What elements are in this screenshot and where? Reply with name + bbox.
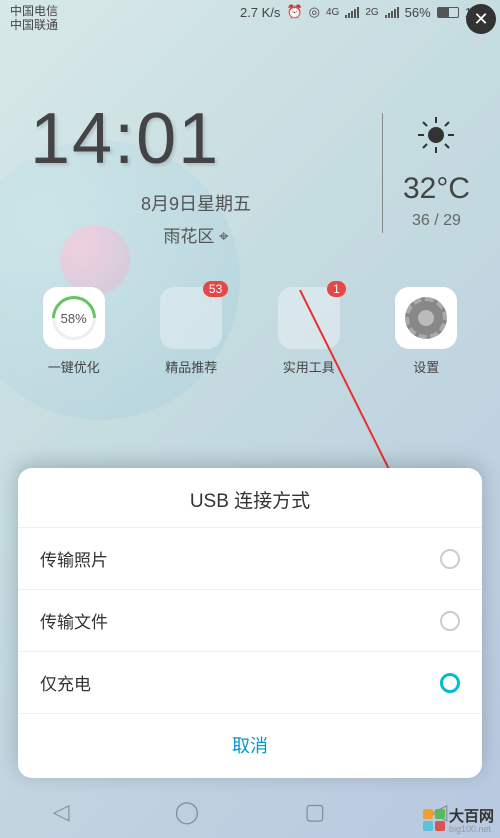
alarm-icon: ⏰ [286, 4, 302, 20]
cancel-button[interactable]: 取消 [18, 713, 482, 776]
recommended-label: 精品推荐 [165, 357, 217, 376]
carrier-1: 中国电信 [10, 4, 58, 18]
radio-icon [440, 549, 460, 569]
battery-text: 56% [405, 5, 431, 20]
nav-back-icon[interactable]: ◁ [53, 799, 70, 825]
badge-count: 1 [327, 281, 346, 297]
watermark-brand: 大百网 [449, 805, 494, 826]
cancel-label: 取消 [232, 736, 268, 756]
option-label: 仅充电 [40, 670, 91, 695]
option-charge-only[interactable]: 仅充电 [18, 651, 482, 713]
badge-count: 53 [203, 281, 228, 297]
date-text: 8月9日星期五 [30, 190, 362, 216]
nav-recent-icon[interactable]: ▢ [304, 799, 325, 825]
settings-app[interactable]: 设置 [395, 287, 457, 376]
settings-label: 设置 [413, 357, 439, 376]
clock-weather-widget[interactable]: 14:01 8月9日星期五 雨花区 ⌖ 32°C 36 / 29 [0, 38, 500, 277]
radio-icon [440, 611, 460, 631]
carrier-2: 中国联通 [10, 18, 58, 32]
battery-icon [437, 7, 459, 18]
close-button[interactable]: ✕ [466, 4, 496, 34]
net-type-1: 4G [326, 7, 339, 18]
usb-dialog: USB 连接方式 传输照片 传输文件 仅充电 取消 [18, 468, 482, 778]
option-file-transfer[interactable]: 传输文件 [18, 589, 482, 651]
recommended-folder[interactable]: 53 精品推荐 [160, 287, 222, 376]
option-label: 传输文件 [40, 608, 108, 633]
temperature: 32°C [403, 172, 470, 206]
optimize-app[interactable]: 58% 一键优化 [43, 287, 105, 376]
location-text: 雨花区 ⌖ [30, 222, 362, 247]
signal-icon-1 [345, 7, 359, 18]
clock-time: 14:01 [30, 98, 362, 180]
radio-icon-selected [440, 673, 460, 693]
optimize-percent: 58% [61, 311, 87, 326]
nfc-icon: ◎ [309, 4, 320, 20]
status-bar: 中国电信 中国联通 2.7 K/s ⏰ ◎ 4G 2G 56% 14:0 [0, 0, 500, 38]
temp-range: 36 / 29 [403, 212, 470, 230]
nav-home-icon[interactable]: ◯ [175, 799, 200, 825]
tools-label: 实用工具 [283, 357, 335, 376]
option-photo-transfer[interactable]: 传输照片 [18, 527, 482, 589]
signal-icon-2 [385, 7, 399, 18]
dialog-title: USB 连接方式 [18, 468, 482, 527]
watermark-logo-icon [423, 809, 445, 831]
home-icons-row: 58% 一键优化 53 精品推荐 1 实用工具 设置 [0, 277, 500, 386]
watermark: 大百网 big100.net [423, 805, 494, 834]
net-speed: 2.7 K/s [240, 5, 280, 20]
gear-icon [405, 297, 447, 339]
watermark-url: big100.net [449, 824, 494, 834]
option-label: 传输照片 [40, 546, 108, 571]
weather-icon [403, 115, 470, 164]
divider [382, 113, 383, 233]
close-icon: ✕ [473, 9, 488, 30]
optimize-label: 一键优化 [48, 357, 100, 376]
tools-folder[interactable]: 1 实用工具 [278, 287, 340, 376]
net-type-2: 2G [365, 7, 378, 18]
